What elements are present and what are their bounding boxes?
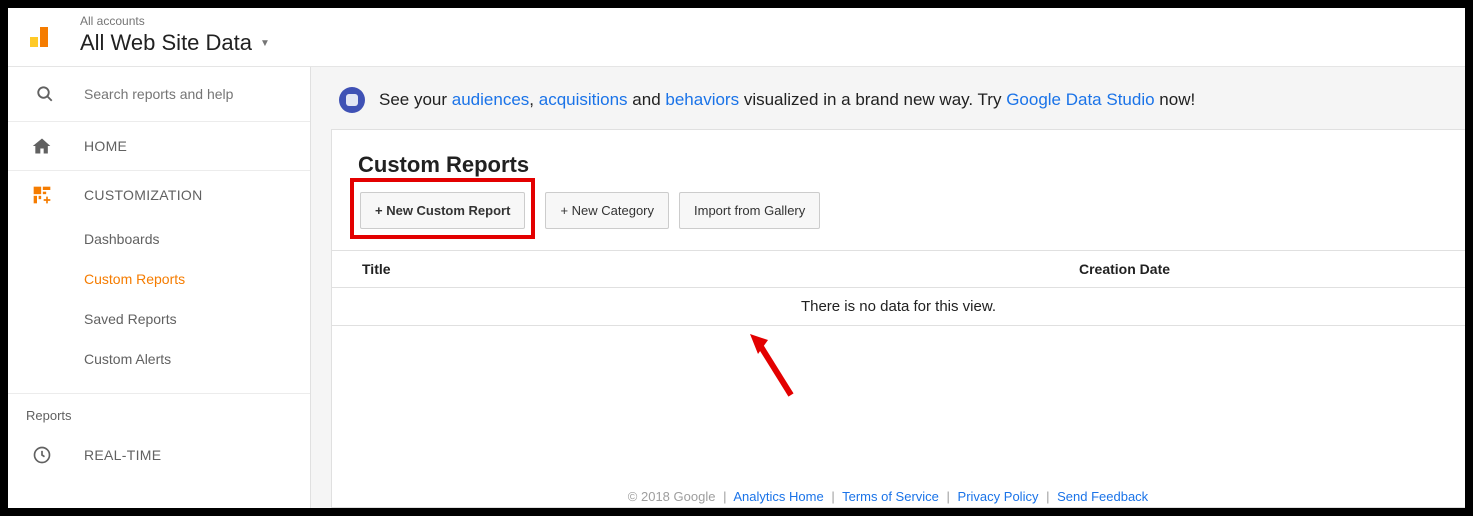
table-header: Title Creation Date — [332, 250, 1465, 288]
sidebar-item-custom-reports[interactable]: Custom Reports — [8, 259, 310, 299]
panel: Custom Reports + New Custom Report + New… — [331, 129, 1465, 508]
footer-terms[interactable]: Terms of Service — [842, 489, 939, 504]
highlight-annotation: + New Custom Report — [350, 178, 535, 239]
sidebar-item-custom-alerts[interactable]: Custom Alerts — [8, 339, 310, 379]
ga-logo-icon — [26, 19, 58, 51]
new-category-button[interactable]: + New Category — [545, 192, 669, 229]
account-selector[interactable]: All accounts All Web Site Data ▼ — [80, 14, 270, 56]
search-row — [8, 67, 310, 121]
footer-feedback[interactable]: Send Feedback — [1057, 489, 1148, 504]
sidebar-item-dashboards[interactable]: Dashboards — [8, 219, 310, 259]
customization-icon — [32, 185, 52, 205]
link-acquisitions[interactable]: acquisitions — [539, 90, 628, 109]
promo-banner: See your audiences, acquisitions and beh… — [331, 81, 1465, 129]
data-studio-icon — [339, 87, 365, 113]
search-input[interactable] — [84, 86, 290, 102]
sidebar-item-saved-reports[interactable]: Saved Reports — [8, 299, 310, 339]
search-icon — [36, 85, 54, 103]
nav-realtime[interactable]: REAL-TIME — [8, 431, 310, 479]
app-window: All accounts All Web Site Data ▼ H — [8, 8, 1465, 508]
nav-customization[interactable]: CUSTOMIZATION — [8, 170, 310, 219]
footer: © 2018 Google | Analytics Home | Terms o… — [311, 489, 1465, 504]
header: All accounts All Web Site Data ▼ — [8, 8, 1465, 67]
chevron-down-icon: ▼ — [260, 38, 270, 49]
nav-realtime-label: REAL-TIME — [84, 447, 161, 463]
header-title: All Web Site Data — [80, 30, 252, 56]
home-icon — [32, 136, 52, 156]
column-title: Title — [332, 251, 1067, 287]
reports-section-label: Reports — [8, 393, 310, 431]
banner-text: See your audiences, acquisitions and beh… — [379, 90, 1195, 110]
empty-state-message: There is no data for this view. — [332, 288, 1465, 326]
nav-customization-label: CUSTOMIZATION — [84, 187, 203, 203]
new-custom-report-button[interactable]: + New Custom Report — [360, 192, 525, 229]
link-audiences[interactable]: audiences — [452, 90, 530, 109]
link-behaviors[interactable]: behaviors — [665, 90, 739, 109]
sidebar: HOME CUSTOMIZATION Dashboards Custom Rep… — [8, 67, 311, 508]
main-content: See your audiences, acquisitions and beh… — [311, 67, 1465, 508]
footer-analytics-home[interactable]: Analytics Home — [733, 489, 823, 504]
clock-icon — [32, 445, 52, 465]
copyright: © 2018 Google — [628, 489, 716, 504]
header-subtitle: All accounts — [80, 14, 270, 28]
import-gallery-button[interactable]: Import from Gallery — [679, 192, 820, 229]
footer-privacy[interactable]: Privacy Policy — [958, 489, 1039, 504]
button-row: + New Custom Report + New Category Impor… — [332, 192, 1465, 235]
nav-home[interactable]: HOME — [8, 121, 310, 170]
column-creation-date: Creation Date — [1067, 251, 1465, 287]
link-data-studio[interactable]: Google Data Studio — [1006, 90, 1154, 109]
nav-home-label: HOME — [84, 138, 127, 154]
